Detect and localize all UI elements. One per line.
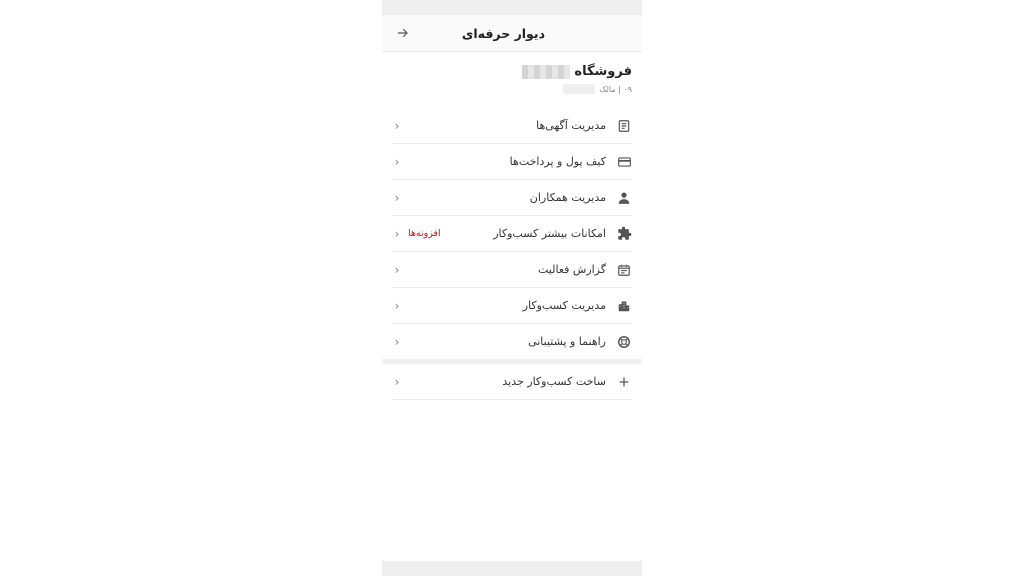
menu-item-label: امکانات بیشتر کسب‌وکار — [493, 227, 606, 240]
credit-card-icon — [616, 154, 632, 170]
menu-item-label: کیف پول و پرداخت‌ها — [509, 155, 606, 168]
chevron-left-icon: ‹ — [394, 298, 400, 313]
menu-item-extensions[interactable]: امکانات بیشتر کسب‌وکار افزونه‌ها ‹ — [392, 216, 632, 252]
chevron-left-icon: ‹ — [394, 190, 400, 205]
building-icon — [616, 298, 632, 314]
menu-item-label: مدیریت همکاران — [529, 191, 606, 204]
menu-list: مدیریت آگهی‌ها ‹ کیف پول و پرداخت‌ها ‹ م… — [392, 100, 632, 359]
menu-item-activity-report[interactable]: گزارش فعالیت ‹ — [392, 252, 632, 288]
menu-item-business[interactable]: مدیریت کسب‌وکار ‹ — [392, 288, 632, 324]
chevron-left-icon: ‹ — [394, 154, 400, 169]
blurred-store-name — [522, 64, 571, 79]
plus-icon — [616, 374, 632, 390]
menu-item-label: گزارش فعالیت — [538, 263, 606, 276]
menu-item-wallet[interactable]: کیف پول و پرداخت‌ها ‹ — [392, 144, 632, 180]
menu-item-ads[interactable]: مدیریت آگهی‌ها ‹ — [392, 108, 632, 144]
blurred-phone — [563, 84, 596, 94]
menu-item-label: مدیریت کسب‌وکار — [522, 299, 606, 312]
menu-item-support[interactable]: راهنما و پشتیبانی ‹ — [392, 324, 632, 359]
chevron-left-icon: ‹ — [394, 334, 400, 349]
bottom-bar — [382, 561, 642, 576]
chevron-left-icon: ‹ — [394, 374, 400, 389]
user-icon — [616, 190, 632, 206]
chevron-left-icon: ‹ — [394, 262, 400, 277]
chevron-left-icon: ‹ — [394, 226, 400, 241]
puzzle-icon — [616, 226, 632, 242]
document-icon — [616, 118, 632, 134]
profile-section: فروشگاه ۰۹ | مالک — [382, 52, 642, 100]
arrow-right-icon[interactable] — [394, 24, 412, 42]
professional-panel: دیوار حرفه‌ای فروشگاه ۰۹ | مالک مدیریت آ… — [382, 0, 642, 576]
extensions-badge: افزونه‌ها — [408, 228, 441, 239]
create-section: ساخت کسب‌وکار جدید ‹ — [392, 364, 632, 400]
header: دیوار حرفه‌ای — [382, 15, 642, 52]
create-business-button[interactable]: ساخت کسب‌وکار جدید ‹ — [392, 364, 632, 400]
top-bar — [382, 0, 642, 15]
page-title: دیوار حرفه‌ای — [461, 25, 545, 41]
menu-item-label: راهنما و پشتیبانی — [528, 335, 606, 348]
menu-item-colleagues[interactable]: مدیریت همکاران ‹ — [392, 180, 632, 216]
calendar-icon — [616, 262, 632, 278]
menu-item-label: مدیریت آگهی‌ها — [536, 119, 606, 132]
role-text: ۰۹ | مالک — [599, 84, 632, 94]
create-business-label: ساخت کسب‌وکار جدید — [502, 375, 606, 388]
chevron-left-icon: ‹ — [394, 118, 400, 133]
store-name-label: فروشگاه — [574, 64, 632, 79]
lifebuoy-icon — [616, 334, 632, 350]
